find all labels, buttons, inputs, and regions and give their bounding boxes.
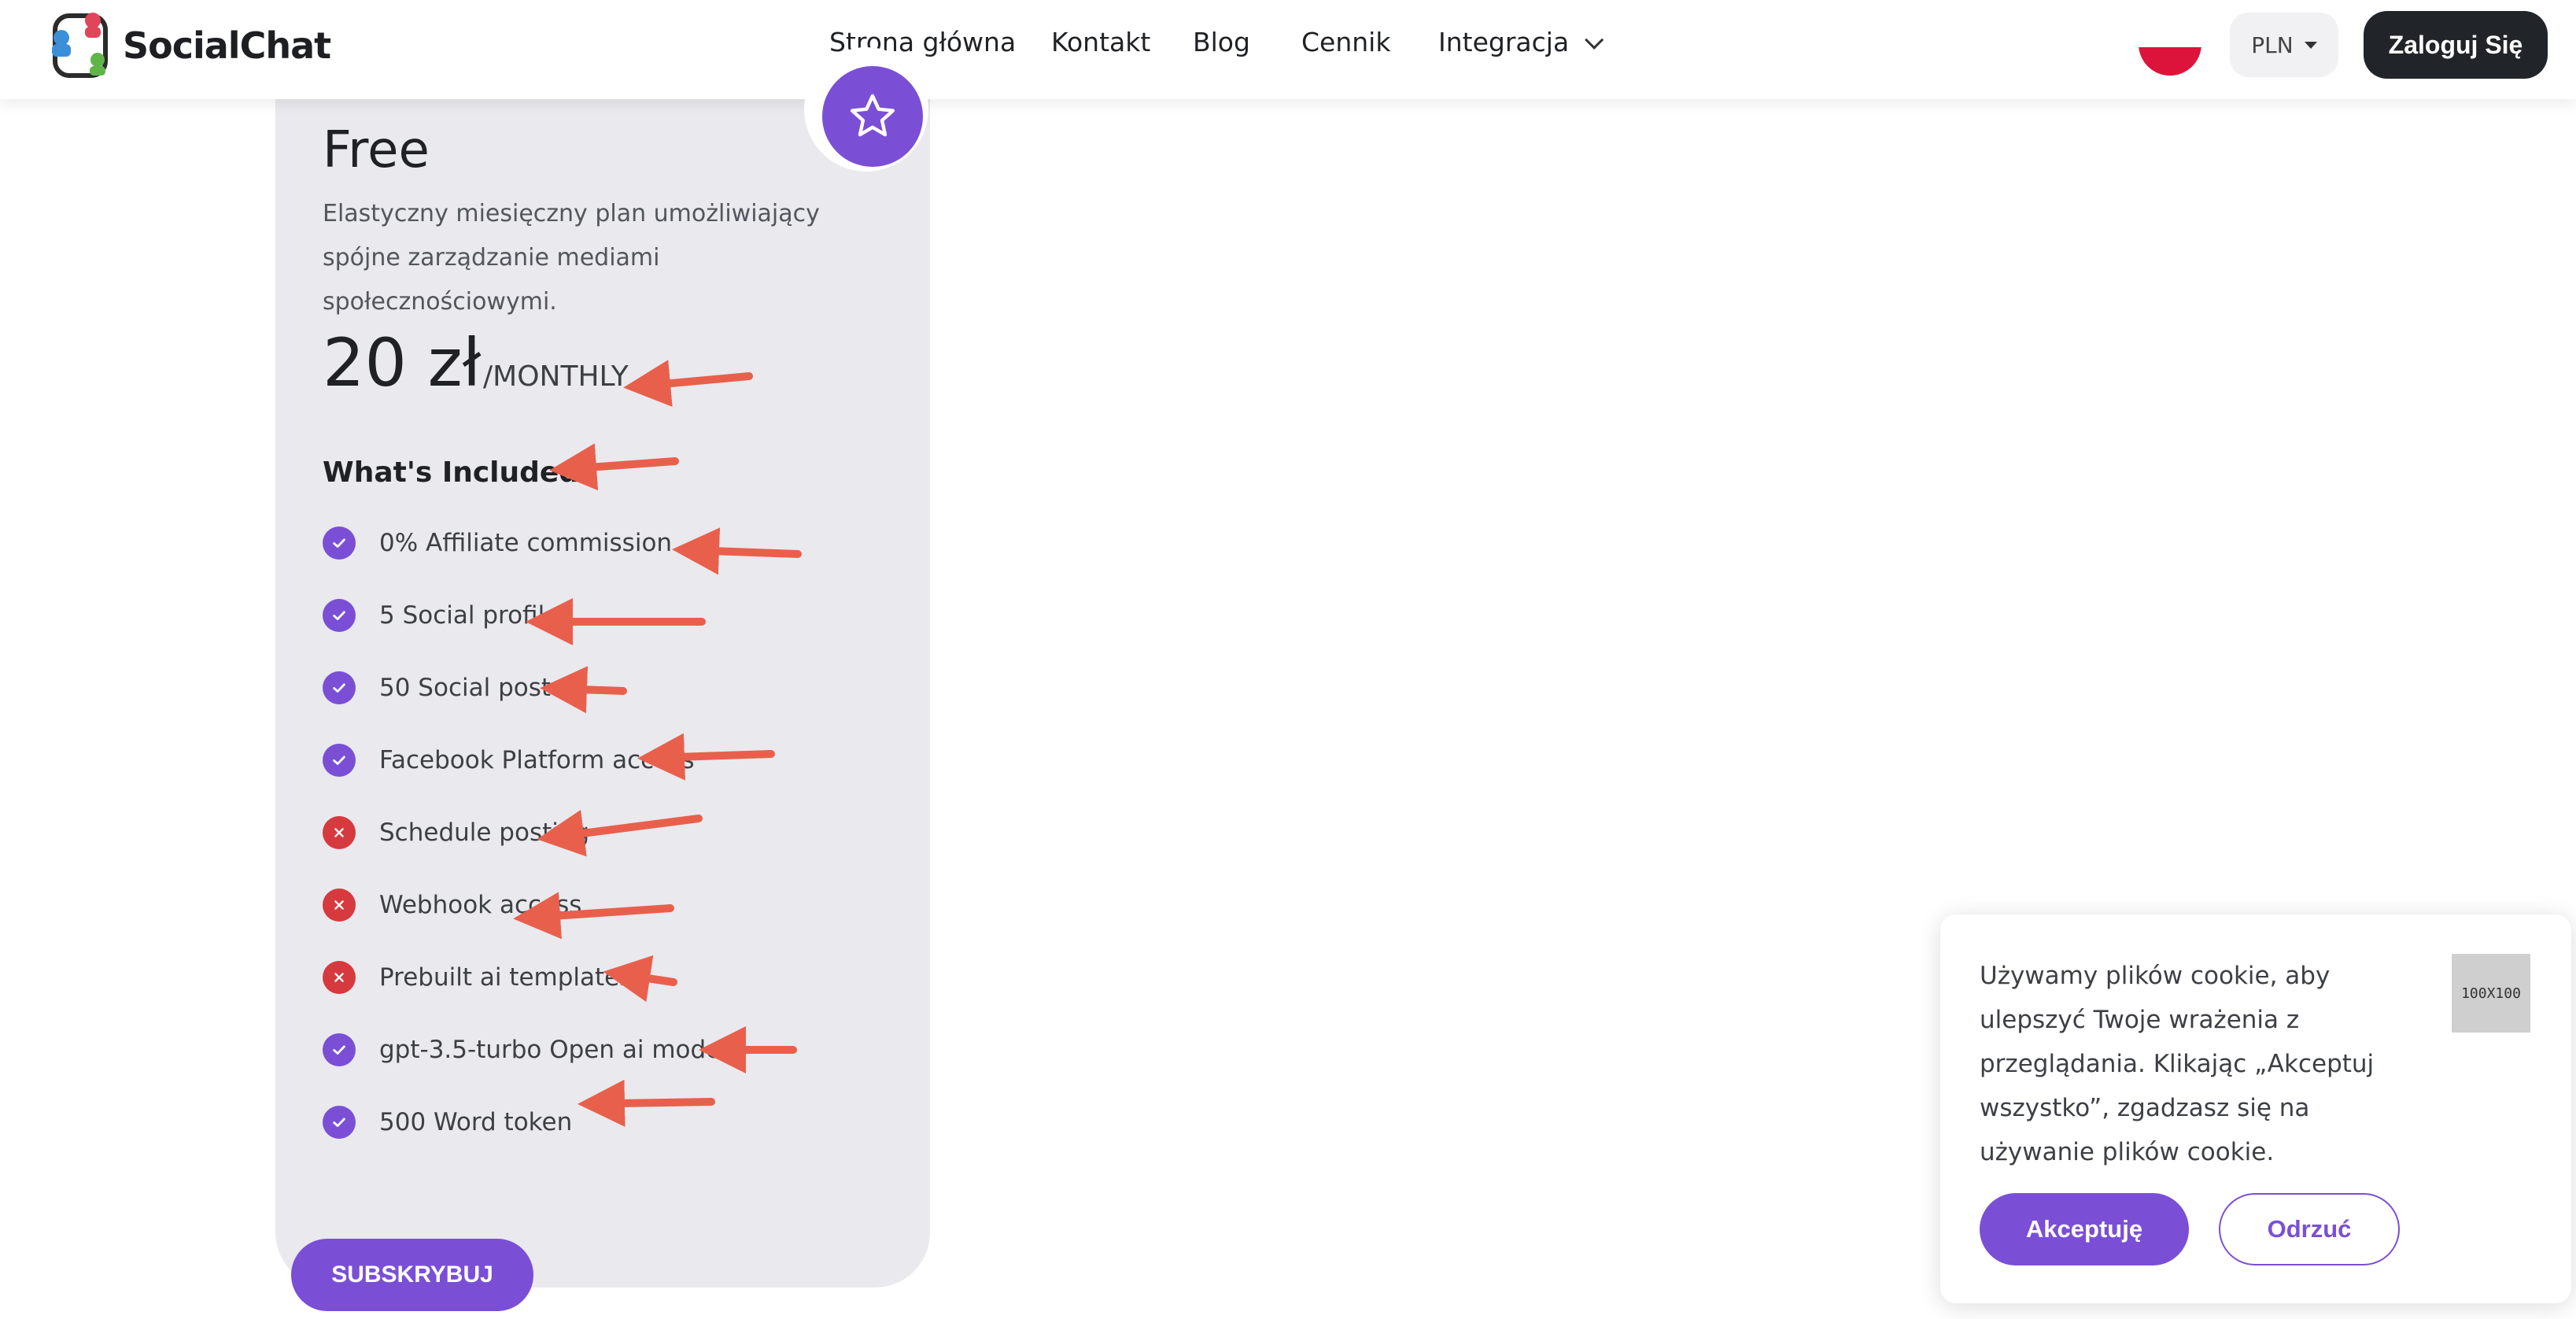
- feature-item: 5 Social profile: [323, 598, 559, 633]
- plan-title: Free: [323, 121, 430, 179]
- feature-item: Facebook Platform access: [323, 743, 695, 778]
- cross-icon: [323, 816, 356, 849]
- top-navbar: SocialChat Strona główna Kontakt Blog Ce…: [0, 0, 2576, 99]
- check-icon: [323, 1106, 356, 1139]
- feature-label: gpt-3.5-turbo Open ai model: [379, 1036, 728, 1064]
- reject-cookies-button[interactable]: Odrzuć: [2219, 1193, 2400, 1265]
- check-icon: [323, 744, 356, 777]
- plan-description: Elastyczny miesięczny plan umożliwiający…: [323, 200, 820, 316]
- feature-item: Schedule posting: [323, 815, 589, 850]
- subscribe-button[interactable]: SUBSKRYBUJ: [291, 1239, 533, 1311]
- check-icon: [323, 1033, 356, 1066]
- nav-contact[interactable]: Kontakt: [1051, 27, 1150, 57]
- cookie-banner: Używamy plików cookie, aby ulepszyć Twoj…: [1940, 914, 2571, 1303]
- cookie-message: Używamy plików cookie, aby ulepszyć Twoj…: [1980, 962, 2375, 1166]
- nav-pricing[interactable]: Cennik: [1301, 27, 1390, 57]
- cross-icon: [323, 961, 356, 994]
- nav-integration-label: Integracja: [1438, 27, 1570, 57]
- feature-label: Schedule posting: [379, 818, 590, 847]
- cookie-image-placeholder: 100X100: [2452, 954, 2530, 1033]
- chevron-down-icon: [1585, 30, 1604, 50]
- accept-cookies-button[interactable]: Akceptuję: [1980, 1193, 2189, 1265]
- nav-integration[interactable]: Integracja: [1438, 27, 1604, 57]
- included-heading: What's Included: [323, 456, 580, 489]
- cross-icon: [323, 889, 356, 922]
- feature-item: gpt-3.5-turbo Open ai model: [323, 1033, 728, 1067]
- plan-period: /MONTHLY: [483, 360, 629, 393]
- feature-label: Prebuilt ai templates: [379, 963, 633, 992]
- check-icon: [323, 526, 356, 560]
- check-icon: [323, 671, 356, 704]
- feature-label: 5 Social profile: [379, 601, 560, 630]
- feature-label: 0% Affiliate commission: [379, 529, 673, 557]
- feature-label: 500 Word token: [379, 1108, 573, 1136]
- feature-item: 50 Social post: [323, 671, 551, 705]
- currency-select[interactable]: PLN: [2230, 13, 2338, 77]
- feature-item: 500 Word token: [323, 1105, 572, 1140]
- star-icon: [850, 94, 895, 137]
- feature-item: Prebuilt ai templates: [323, 960, 632, 995]
- feature-label: 50 Social post: [379, 674, 552, 702]
- feature-item: Webhook access: [323, 888, 581, 922]
- login-button[interactable]: Zaloguj Się: [2364, 11, 2548, 79]
- feature-label: Facebook Platform access: [379, 746, 695, 774]
- nav-blog[interactable]: Blog: [1193, 27, 1250, 57]
- feature-item: 0% Affiliate commission: [323, 526, 672, 560]
- plan-price: 20 zł: [323, 324, 482, 401]
- poland-flag-icon[interactable]: [2139, 30, 2201, 76]
- caret-down-icon: [2304, 41, 2317, 49]
- socialchat-logo-icon: [52, 13, 108, 78]
- logo-text: SocialChat: [123, 24, 331, 67]
- currency-value: PLN: [2251, 31, 2294, 58]
- logo[interactable]: SocialChat: [41, 6, 331, 85]
- feature-label: Webhook access: [379, 891, 582, 919]
- check-icon: [323, 599, 356, 632]
- star-badge: [822, 66, 923, 167]
